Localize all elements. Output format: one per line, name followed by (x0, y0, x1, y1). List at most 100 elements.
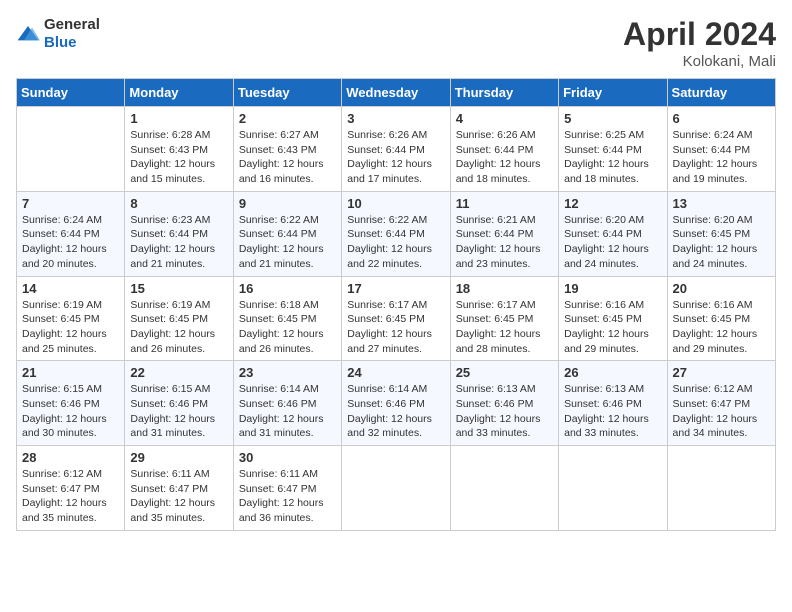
title-block: April 2024 Kolokani, Mali (623, 16, 776, 70)
logo-general: General (44, 16, 100, 33)
day-info: Sunrise: 6:15 AMSunset: 6:46 PMDaylight:… (22, 382, 119, 441)
calendar-header-row: SundayMondayTuesdayWednesdayThursdayFrid… (17, 79, 776, 107)
day-info: Sunrise: 6:12 AMSunset: 6:47 PMDaylight:… (22, 467, 119, 526)
day-info: Sunrise: 6:24 AMSunset: 6:44 PMDaylight:… (22, 213, 119, 272)
month-title: April 2024 (623, 16, 776, 53)
calendar-cell: 29Sunrise: 6:11 AMSunset: 6:47 PMDayligh… (125, 446, 233, 531)
day-info: Sunrise: 6:15 AMSunset: 6:46 PMDaylight:… (130, 382, 227, 441)
day-info: Sunrise: 6:19 AMSunset: 6:45 PMDaylight:… (130, 298, 227, 357)
calendar-cell: 21 Sunrise: 6:15 AMSunset: 6:46 PMDayligh… (17, 361, 125, 446)
logo: General Blue (16, 16, 100, 52)
day-number: 16 (239, 281, 336, 296)
location: Kolokani, Mali (623, 53, 776, 70)
day-info: Sunrise: 6:17 AMSunset: 6:45 PMDaylight:… (456, 298, 553, 357)
calendar-cell: 19 Sunrise: 6:16 AMSunset: 6:45 PMDayligh… (559, 276, 667, 361)
calendar-cell (17, 107, 125, 192)
day-info: Sunrise: 6:24 AMSunset: 6:44 PMDaylight:… (673, 128, 770, 187)
day-number: 9 (239, 196, 336, 211)
calendar-cell: 23 Sunrise: 6:14 AMSunset: 6:46 PMDayligh… (233, 361, 341, 446)
day-number: 20 (673, 281, 770, 296)
day-info: Sunrise: 6:16 AMSunset: 6:45 PMDaylight:… (564, 298, 661, 357)
day-number: 8 (130, 196, 227, 211)
calendar-cell: 16 Sunrise: 6:18 AMSunset: 6:45 PMDayligh… (233, 276, 341, 361)
day-info: Sunrise: 6:26 AMSunset: 6:44 PMDaylight:… (347, 128, 444, 187)
day-info: Sunrise: 6:22 AMSunset: 6:44 PMDaylight:… (347, 213, 444, 272)
calendar-cell: 1Sunrise: 6:28 AMSunset: 6:43 PMDaylight… (125, 107, 233, 192)
calendar-table: SundayMondayTuesdayWednesdayThursdayFrid… (16, 78, 776, 531)
day-info: Sunrise: 6:27 AMSunset: 6:43 PMDaylight:… (239, 128, 336, 187)
day-info: Sunrise: 6:25 AMSunset: 6:44 PMDaylight:… (564, 128, 661, 187)
calendar-cell: 8 Sunrise: 6:23 AMSunset: 6:44 PMDaylight… (125, 191, 233, 276)
calendar-cell (342, 446, 450, 531)
calendar-cell: 13 Sunrise: 6:20 AMSunset: 6:45 PMDayligh… (667, 191, 775, 276)
logo-icon (16, 24, 40, 44)
logo-blue: Blue (44, 34, 77, 51)
day-info: Sunrise: 6:12 AMSunset: 6:47 PMDaylight:… (673, 382, 770, 441)
calendar-cell: 5 Sunrise: 6:25 AMSunset: 6:44 PMDaylight… (559, 107, 667, 192)
day-number: 17 (347, 281, 444, 296)
day-number: 7 (22, 196, 119, 211)
calendar-cell: 12 Sunrise: 6:20 AMSunset: 6:44 PMDayligh… (559, 191, 667, 276)
col-header-saturday: Saturday (667, 79, 775, 107)
calendar-cell: 11 Sunrise: 6:21 AMSunset: 6:44 PMDayligh… (450, 191, 558, 276)
calendar-week-5: 28 Sunrise: 6:12 AMSunset: 6:47 PMDayligh… (17, 446, 776, 531)
day-info: Sunrise: 6:14 AMSunset: 6:46 PMDaylight:… (239, 382, 336, 441)
day-number: 4 (456, 111, 553, 126)
day-info: Sunrise: 6:20 AMSunset: 6:45 PMDaylight:… (673, 213, 770, 272)
calendar-cell: 25Sunrise: 6:13 AMSunset: 6:46 PMDayligh… (450, 361, 558, 446)
day-number: 26 (564, 365, 661, 380)
day-number: 23 (239, 365, 336, 380)
day-info: Sunrise: 6:21 AMSunset: 6:44 PMDaylight:… (456, 213, 553, 272)
day-info: Sunrise: 6:13 AMSunset: 6:46 PMDaylight:… (564, 382, 661, 441)
day-info: Sunrise: 6:18 AMSunset: 6:45 PMDaylight:… (239, 298, 336, 357)
col-header-thursday: Thursday (450, 79, 558, 107)
calendar-cell: 9Sunrise: 6:22 AMSunset: 6:44 PMDaylight… (233, 191, 341, 276)
col-header-wednesday: Wednesday (342, 79, 450, 107)
calendar-cell: 30Sunrise: 6:11 AMSunset: 6:47 PMDayligh… (233, 446, 341, 531)
calendar-cell: 22Sunrise: 6:15 AMSunset: 6:46 PMDayligh… (125, 361, 233, 446)
calendar-cell: 2Sunrise: 6:27 AMSunset: 6:43 PMDaylight… (233, 107, 341, 192)
calendar-cell: 28 Sunrise: 6:12 AMSunset: 6:47 PMDayligh… (17, 446, 125, 531)
calendar-cell: 14 Sunrise: 6:19 AMSunset: 6:45 PMDayligh… (17, 276, 125, 361)
day-number: 15 (130, 281, 227, 296)
calendar-cell: 6 Sunrise: 6:24 AMSunset: 6:44 PMDaylight… (667, 107, 775, 192)
logo-text: General Blue (44, 16, 100, 52)
day-number: 5 (564, 111, 661, 126)
calendar-cell: 27Sunrise: 6:12 AMSunset: 6:47 PMDayligh… (667, 361, 775, 446)
calendar-cell (559, 446, 667, 531)
day-number: 24 (347, 365, 444, 380)
day-number: 28 (22, 450, 119, 465)
calendar-cell: 26 Sunrise: 6:13 AMSunset: 6:46 PMDayligh… (559, 361, 667, 446)
calendar-cell (450, 446, 558, 531)
day-number: 1 (130, 111, 227, 126)
day-number: 11 (456, 196, 553, 211)
day-number: 10 (347, 196, 444, 211)
day-number: 3 (347, 111, 444, 126)
day-number: 6 (673, 111, 770, 126)
page-header: General Blue April 2024 Kolokani, Mali (16, 16, 776, 70)
day-info: Sunrise: 6:19 AMSunset: 6:45 PMDaylight:… (22, 298, 119, 357)
day-number: 12 (564, 196, 661, 211)
calendar-cell: 24Sunrise: 6:14 AMSunset: 6:46 PMDayligh… (342, 361, 450, 446)
day-number: 21 (22, 365, 119, 380)
day-info: Sunrise: 6:20 AMSunset: 6:44 PMDaylight:… (564, 213, 661, 272)
day-info: Sunrise: 6:11 AMSunset: 6:47 PMDaylight:… (239, 467, 336, 526)
calendar-cell: 3 Sunrise: 6:26 AMSunset: 6:44 PMDaylight… (342, 107, 450, 192)
calendar-week-2: 7 Sunrise: 6:24 AMSunset: 6:44 PMDaylight… (17, 191, 776, 276)
calendar-week-3: 14 Sunrise: 6:19 AMSunset: 6:45 PMDayligh… (17, 276, 776, 361)
col-header-tuesday: Tuesday (233, 79, 341, 107)
calendar-cell: 20 Sunrise: 6:16 AMSunset: 6:45 PMDayligh… (667, 276, 775, 361)
col-header-sunday: Sunday (17, 79, 125, 107)
day-number: 29 (130, 450, 227, 465)
calendar-cell (667, 446, 775, 531)
calendar-cell: 18 Sunrise: 6:17 AMSunset: 6:45 PMDayligh… (450, 276, 558, 361)
day-number: 13 (673, 196, 770, 211)
day-info: Sunrise: 6:23 AMSunset: 6:44 PMDaylight:… (130, 213, 227, 272)
day-number: 14 (22, 281, 119, 296)
day-number: 18 (456, 281, 553, 296)
day-info: Sunrise: 6:26 AMSunset: 6:44 PMDaylight:… (456, 128, 553, 187)
col-header-friday: Friday (559, 79, 667, 107)
day-number: 19 (564, 281, 661, 296)
day-number: 25 (456, 365, 553, 380)
day-info: Sunrise: 6:16 AMSunset: 6:45 PMDaylight:… (673, 298, 770, 357)
